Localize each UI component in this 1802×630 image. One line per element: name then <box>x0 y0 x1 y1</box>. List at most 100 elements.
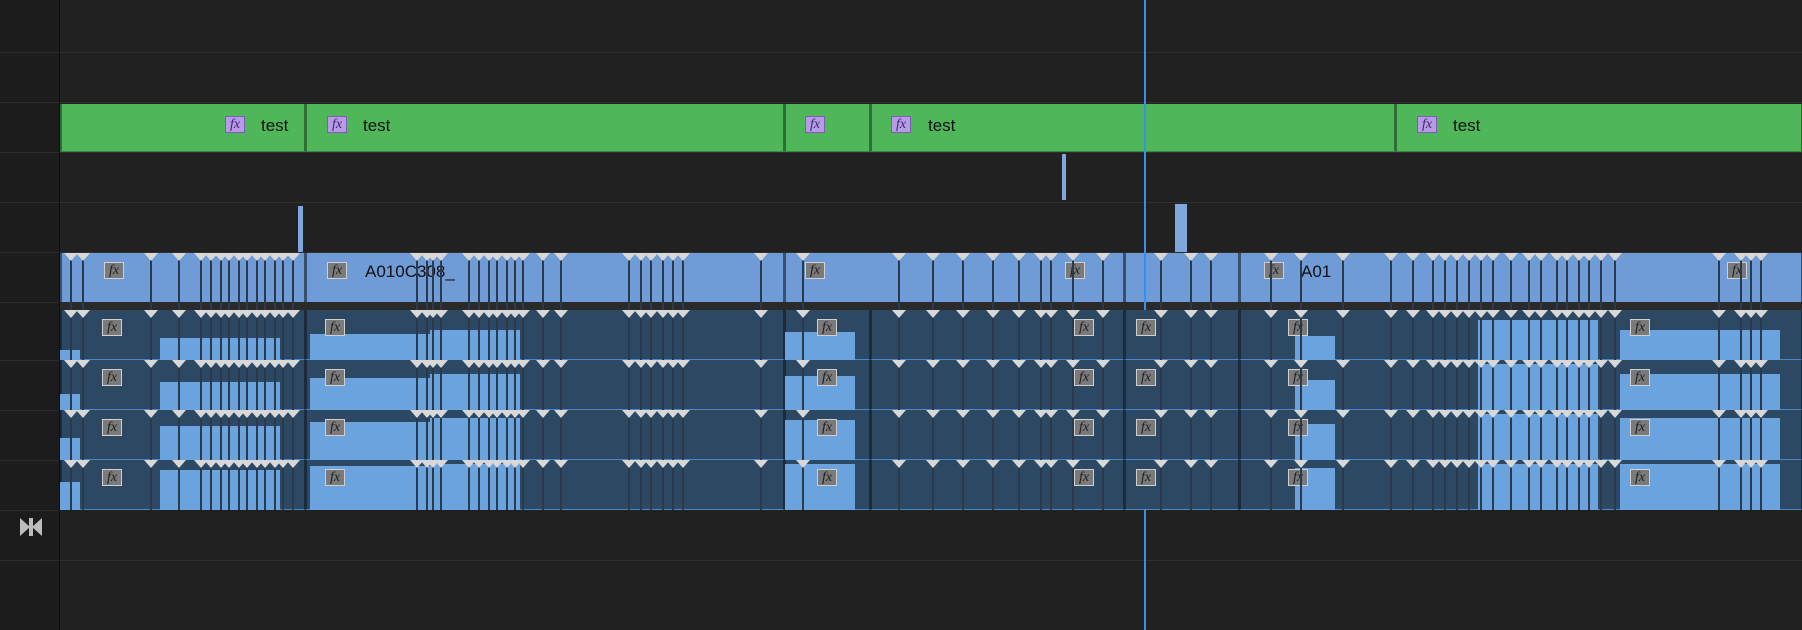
keyframe-marker[interactable] <box>1608 410 1622 418</box>
keyframe-marker[interactable] <box>516 460 530 468</box>
keyframe-marker[interactable] <box>796 253 810 261</box>
keyframe-marker[interactable] <box>986 460 1000 468</box>
keyframe-marker[interactable] <box>172 460 186 468</box>
fx-badge[interactable]: fx <box>1136 369 1156 386</box>
keyframe-marker[interactable] <box>892 460 906 468</box>
keyframe-marker[interactable] <box>1336 460 1350 468</box>
keyframe-marker[interactable] <box>1336 253 1350 261</box>
keyframe-marker[interactable] <box>926 360 940 368</box>
keyframe-marker[interactable] <box>1608 253 1622 261</box>
keyframe-marker[interactable] <box>172 360 186 368</box>
keyframe-marker[interactable] <box>1012 460 1026 468</box>
keyframe-marker[interactable] <box>754 460 768 468</box>
keyframe-marker[interactable] <box>1384 460 1398 468</box>
keyframe-marker[interactable] <box>1712 360 1726 368</box>
keyframe-marker[interactable] <box>76 253 90 261</box>
keyframe-marker[interactable] <box>1384 310 1398 318</box>
keyframe-marker[interactable] <box>286 310 300 318</box>
keyframe-marker[interactable] <box>1712 410 1726 418</box>
small-clip[interactable] <box>1062 154 1066 200</box>
keyframe-marker[interactable] <box>796 410 810 418</box>
keyframe-marker[interactable] <box>1534 460 1548 468</box>
fx-badge[interactable]: fx <box>325 319 345 336</box>
keyframe-marker[interactable] <box>144 460 158 468</box>
keyframe-marker[interactable] <box>1184 310 1198 318</box>
keyframe-marker[interactable] <box>1154 310 1168 318</box>
keyframe-marker[interactable] <box>1534 253 1548 261</box>
keyframe-marker[interactable] <box>1712 460 1726 468</box>
keyframe-marker[interactable] <box>1594 310 1608 318</box>
keyframe-marker[interactable] <box>144 253 158 261</box>
keyframe-marker[interactable] <box>986 360 1000 368</box>
keyframe-marker[interactable] <box>1486 310 1500 318</box>
keyframe-marker[interactable] <box>1096 310 1110 318</box>
keyframe-marker[interactable] <box>1504 410 1518 418</box>
keyframe-marker[interactable] <box>754 253 768 261</box>
fx-badge[interactable]: fx <box>1630 369 1650 386</box>
keyframe-marker[interactable] <box>1294 253 1308 261</box>
keyframe-marker[interactable] <box>1066 460 1080 468</box>
keyframe-marker[interactable] <box>144 410 158 418</box>
keyframe-marker[interactable] <box>1096 253 1110 261</box>
fx-badge[interactable]: fx <box>1074 469 1094 486</box>
keyframe-marker[interactable] <box>76 310 90 318</box>
keyframe-marker[interactable] <box>554 310 568 318</box>
keyframe-marker[interactable] <box>1608 460 1622 468</box>
fx-badge[interactable]: fx <box>325 419 345 436</box>
keyframe-marker[interactable] <box>1294 410 1308 418</box>
fx-badge[interactable]: fx <box>1136 419 1156 436</box>
keyframe-marker[interactable] <box>926 310 940 318</box>
fx-badge[interactable]: fx <box>1288 369 1308 386</box>
keyframe-marker[interactable] <box>554 410 568 418</box>
keyframe-marker[interactable] <box>1096 410 1110 418</box>
fx-badge[interactable]: fx <box>1065 262 1085 279</box>
keyframe-marker[interactable] <box>286 410 300 418</box>
keyframe-marker[interactable] <box>1012 410 1026 418</box>
keyframe-marker[interactable] <box>1486 410 1500 418</box>
keyframe-marker[interactable] <box>1044 460 1058 468</box>
keyframe-marker[interactable] <box>1406 310 1420 318</box>
fx-badge[interactable]: fx <box>805 262 825 279</box>
keyframe-marker[interactable] <box>1406 253 1420 261</box>
keyframe-marker[interactable] <box>1044 253 1058 261</box>
keyframe-marker[interactable] <box>892 253 906 261</box>
keyframe-marker[interactable] <box>516 253 530 261</box>
keyframe-marker[interactable] <box>536 410 550 418</box>
keyframe-marker[interactable] <box>1044 310 1058 318</box>
keyframe-marker[interactable] <box>1534 310 1548 318</box>
keyframe-marker[interactable] <box>1754 460 1768 468</box>
keyframe-marker[interactable] <box>1754 253 1768 261</box>
keyframe-marker[interactable] <box>1294 360 1308 368</box>
keyframe-marker[interactable] <box>76 460 90 468</box>
keyframe-marker[interactable] <box>1712 310 1726 318</box>
keyframe-marker[interactable] <box>554 460 568 468</box>
keyframe-marker[interactable] <box>1486 253 1500 261</box>
keyframe-marker[interactable] <box>1504 360 1518 368</box>
keyframe-marker[interactable] <box>1594 460 1608 468</box>
fx-badge[interactable]: fx <box>102 469 122 486</box>
keyframe-marker[interactable] <box>434 410 448 418</box>
keyframe-marker[interactable] <box>676 253 690 261</box>
keyframe-marker[interactable] <box>1608 360 1622 368</box>
keyframe-marker[interactable] <box>1336 310 1350 318</box>
keyframe-marker[interactable] <box>1096 360 1110 368</box>
keyframe-marker[interactable] <box>172 310 186 318</box>
keyframe-marker[interactable] <box>892 360 906 368</box>
keyframe-marker[interactable] <box>286 360 300 368</box>
keyframe-marker[interactable] <box>536 310 550 318</box>
keyframe-marker[interactable] <box>1406 460 1420 468</box>
keyframe-marker[interactable] <box>956 253 970 261</box>
keyframe-marker[interactable] <box>286 460 300 468</box>
keyframe-marker[interactable] <box>1204 460 1218 468</box>
fx-badge[interactable]: fx <box>1288 419 1308 436</box>
keyframe-marker[interactable] <box>554 360 568 368</box>
keyframe-marker[interactable] <box>1154 460 1168 468</box>
small-clip[interactable] <box>298 206 303 252</box>
fx-badge[interactable]: fx <box>1630 419 1650 436</box>
title-clip[interactable]: fx test <box>305 104 784 152</box>
keyframe-marker[interactable] <box>1594 410 1608 418</box>
keyframe-marker[interactable] <box>1264 253 1278 261</box>
keyframe-marker[interactable] <box>1066 253 1080 261</box>
keyframe-marker[interactable] <box>1486 360 1500 368</box>
keyframe-marker[interactable] <box>956 460 970 468</box>
